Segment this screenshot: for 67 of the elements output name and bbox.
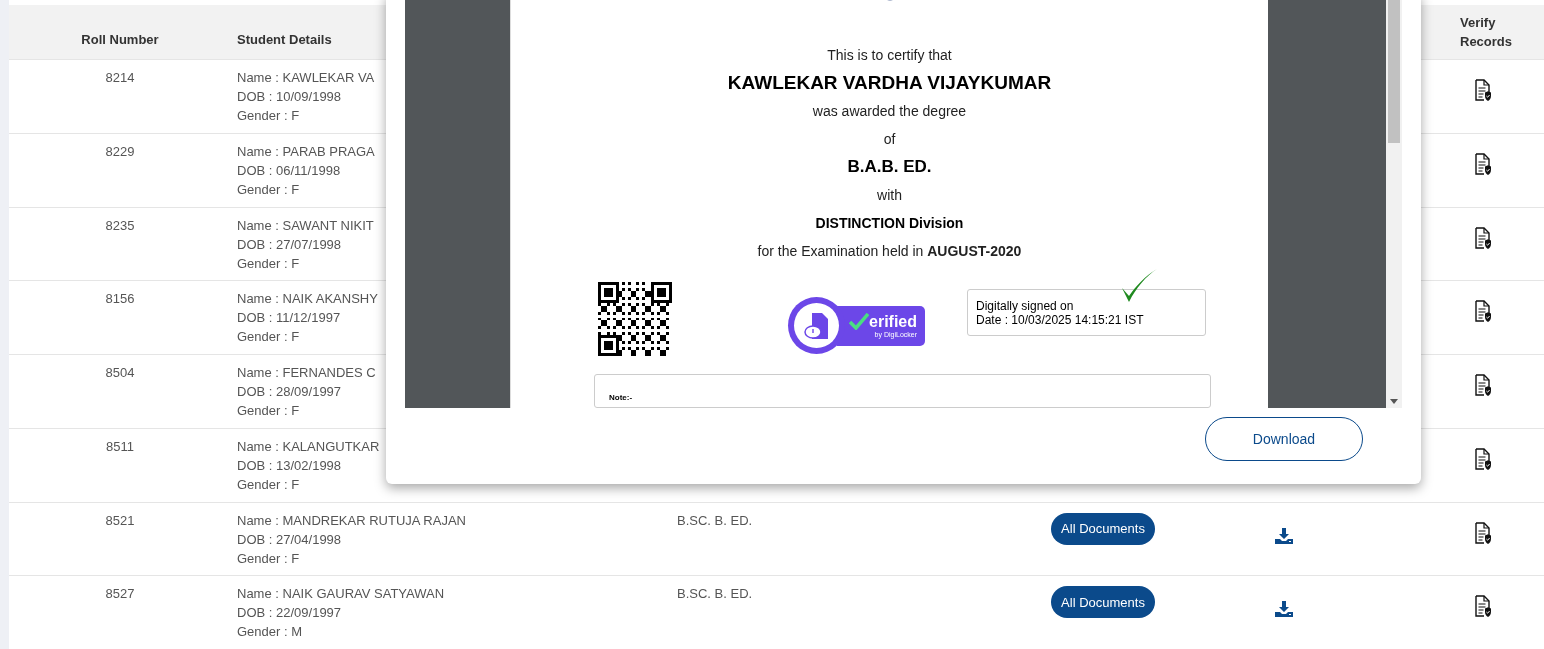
column-header: Verify Records	[1460, 14, 1514, 52]
document-shield-icon[interactable]	[1475, 153, 1491, 177]
student-dob: DOB : 22/09/1997	[237, 604, 342, 623]
student-gender: Gender : F	[237, 107, 300, 126]
document-shield-icon[interactable]	[1475, 521, 1491, 545]
student-name: Name : NAIK AKANSHY	[237, 290, 378, 309]
student-dob: DOB : 11/12/1997	[237, 309, 341, 328]
certificate-text: KAWLEKAR VARDHA VIJAYKUMAR	[727, 73, 1052, 93]
roll-number: 8511	[106, 437, 134, 456]
certificate-text: was awarded the degree	[812, 102, 967, 121]
student-dob: DOB : 13/02/1998	[237, 456, 342, 475]
download-icon[interactable]	[1275, 601, 1293, 618]
roll-number: 8504	[105, 364, 135, 383]
scroll-down-arrow-icon[interactable]	[1390, 399, 1398, 404]
certificate-text: with	[877, 186, 902, 205]
document-shield-icon[interactable]	[1475, 79, 1491, 103]
student-gender: Gender : F	[237, 402, 300, 421]
student-name: Name : SAWANT NIKIT	[237, 216, 374, 235]
roll-number: 8521	[105, 511, 135, 530]
student-gender: Gender : F	[237, 328, 300, 347]
student-dob: DOB : 27/07/1998	[237, 235, 342, 254]
student-name: Name : MANDREKAR RUTUJA RAJAN	[237, 511, 466, 530]
student-name: Name : FERNANDES C	[237, 364, 376, 383]
certificate-text: for the Examination held in AUGUST-2020	[757, 242, 1022, 261]
course-name: B.SC. B. ED.	[677, 586, 753, 602]
qr-code-icon	[598, 282, 672, 356]
note-label: Note:-	[609, 393, 633, 402]
roll-number: 8156	[105, 290, 135, 309]
download-icon[interactable]	[1275, 527, 1293, 544]
student-dob: DOB : 27/04/1998	[237, 530, 342, 549]
student-name: Name : KAWLEKAR VA	[237, 69, 375, 88]
roll-number: 8527	[105, 585, 135, 604]
check-icon	[849, 312, 869, 330]
signature-text: Date : 10/03/2025 14:15:21 IST	[976, 312, 1145, 327]
document-shield-icon[interactable]	[1475, 374, 1491, 398]
all-documents-button[interactable]: All Documents	[1051, 586, 1155, 619]
certificate-text: B.A.B. ED.	[847, 157, 932, 177]
roll-number: 8235	[105, 216, 135, 235]
roll-number: 8229	[105, 143, 135, 162]
student-name: Name : KALANGUTKAR	[237, 437, 380, 456]
document-shield-icon[interactable]	[1475, 447, 1491, 471]
cloud-document-icon	[803, 311, 830, 340]
document-shield-icon[interactable]	[1475, 226, 1491, 250]
document-shield-icon[interactable]	[1475, 300, 1491, 324]
student-gender: Gender : F	[237, 549, 300, 568]
all-documents-button[interactable]: All Documents	[1051, 512, 1155, 545]
badge-text: erified	[869, 312, 917, 330]
column-header: Roll Number	[81, 30, 159, 49]
course-name: B.SC. B. ED.	[677, 512, 753, 528]
student-dob: DOB : 10/09/1998	[237, 88, 342, 107]
student-gender: Gender : M	[237, 623, 303, 642]
student-name: Name : PARAB PRAGA	[237, 143, 375, 162]
student-gender: Gender : F	[237, 254, 300, 273]
student-gender: Gender : F	[237, 181, 300, 200]
scrollbar-thumb[interactable]	[1388, 0, 1400, 143]
student-dob: DOB : 06/11/1998	[237, 162, 341, 181]
column-header: Student Details	[237, 30, 332, 49]
student-name: Name : NAIK GAURAV SATYAWAN	[237, 585, 445, 604]
certificate-text: This is to certify that	[827, 46, 952, 65]
student-gender: Gender : F	[237, 475, 300, 494]
certificate-text: of	[883, 130, 896, 149]
certificate-text: DISTINCTION Division	[815, 214, 964, 233]
roll-number: 8214	[105, 69, 135, 88]
student-dob: DOB : 28/09/1997	[237, 383, 342, 402]
download-button[interactable]: Download	[1205, 417, 1363, 461]
document-shield-icon[interactable]	[1475, 595, 1491, 619]
signature-text: Digitally signed on	[976, 298, 1075, 313]
